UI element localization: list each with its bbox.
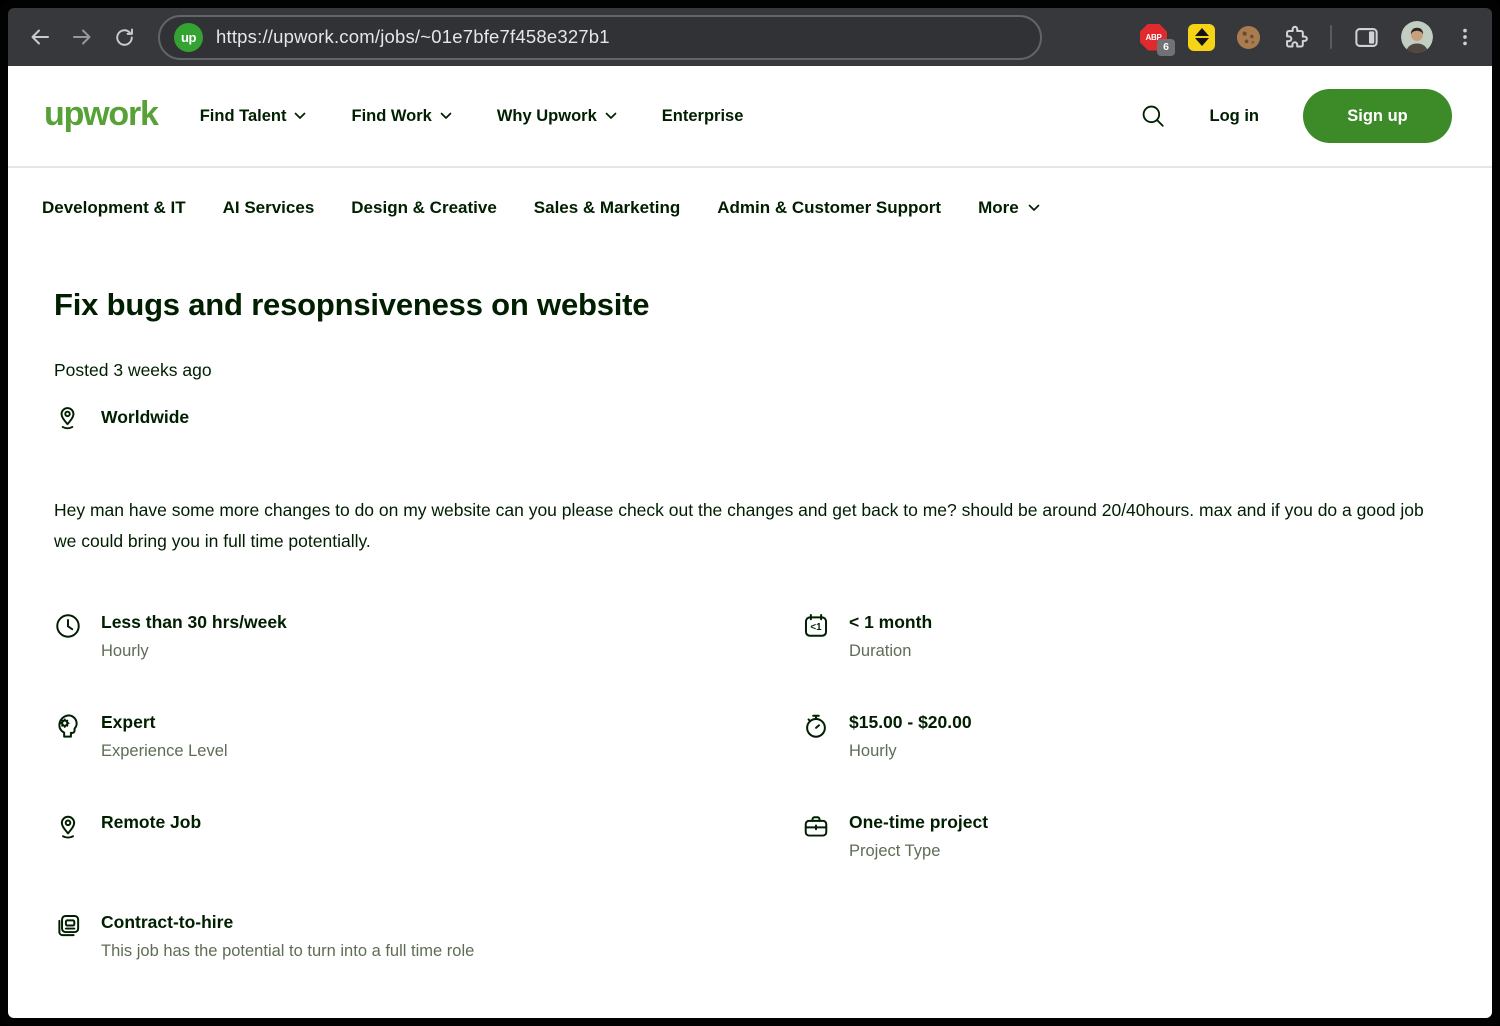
job-description: Hey man have some more changes to do on …	[54, 495, 1432, 557]
reload-button[interactable]	[106, 19, 142, 55]
job-title: Fix bugs and resopnsiveness on website	[54, 287, 1446, 323]
experience-level-icon	[54, 712, 82, 761]
toolbar-divider	[1330, 25, 1332, 49]
category-ai-services[interactable]: AI Services	[223, 198, 315, 218]
detail-title: Remote Job	[101, 812, 201, 833]
category-design-creative[interactable]: Design & Creative	[351, 198, 497, 218]
adblock-extension-icon[interactable]: ABP 6	[1140, 24, 1167, 51]
nav-find-work[interactable]: Find Work	[351, 107, 451, 126]
side-panel-button[interactable]	[1353, 24, 1380, 51]
more-label: More	[978, 198, 1019, 218]
detail-duration: <1 < 1 month Duration	[802, 612, 1446, 661]
nav-label: Why Upwork	[497, 107, 597, 126]
job-location: Worldwide	[101, 407, 189, 428]
detail-hours: Less than 30 hrs/week Hourly	[54, 612, 802, 661]
category-more[interactable]: More	[978, 198, 1040, 218]
site-header: upwork Find Talent Find Work Why Upwork	[8, 66, 1492, 166]
detail-title: Expert	[101, 712, 228, 733]
nav-label: Enterprise	[662, 107, 744, 126]
detail-sub: This job has the potential to turn into …	[101, 942, 474, 961]
briefcase-icon	[802, 812, 830, 861]
nav-find-talent[interactable]: Find Talent	[200, 107, 307, 126]
side-panel-icon	[1353, 24, 1380, 51]
reload-icon	[117, 29, 132, 44]
search-button[interactable]	[1140, 103, 1166, 129]
chevron-down-icon	[1028, 204, 1040, 212]
detail-sub: Duration	[849, 642, 932, 661]
header-right: Log in Sign up	[1140, 89, 1452, 143]
job-content: Fix bugs and resopnsiveness on website P…	[8, 240, 1492, 1018]
category-development-it[interactable]: Development & IT	[42, 198, 186, 218]
login-link[interactable]: Log in	[1210, 107, 1259, 126]
sort-extension-icon[interactable]	[1188, 24, 1215, 51]
browser-window: up https://upwork.com/jobs/~01e7bfe7f458…	[8, 8, 1492, 1018]
profile-avatar[interactable]	[1401, 21, 1433, 53]
detail-title: < 1 month	[849, 612, 932, 633]
forward-icon	[74, 31, 90, 44]
extensions-puzzle-icon[interactable]	[1282, 24, 1309, 51]
category-admin-support[interactable]: Admin & Customer Support	[717, 198, 941, 218]
upwork-favicon-icon: up	[174, 23, 203, 52]
location-pin-icon	[54, 403, 81, 432]
detail-rate: $15.00 - $20.00 Hourly	[802, 712, 1446, 761]
detail-sub: Hourly	[849, 742, 972, 761]
yellow-extension-glyph	[1188, 24, 1215, 51]
cookie-extension-icon[interactable]	[1236, 25, 1261, 50]
location-pin-icon	[54, 812, 82, 861]
detail-project-type: One-time project Project Type	[802, 812, 1446, 861]
chevron-down-icon	[605, 112, 617, 120]
posted-date: Posted 3 weeks ago	[54, 360, 1446, 381]
detail-remote: Remote Job	[54, 812, 802, 861]
nav-label: Find Work	[351, 107, 431, 126]
main-nav: Find Talent Find Work Why Upwork Enterpr…	[200, 107, 744, 126]
detail-title: $15.00 - $20.00	[849, 712, 972, 733]
upwork-logo[interactable]: upwork	[44, 97, 158, 135]
signup-button[interactable]: Sign up	[1303, 89, 1452, 143]
nav-enterprise[interactable]: Enterprise	[662, 107, 744, 126]
clock-icon	[54, 612, 82, 661]
svg-text:<1: <1	[810, 622, 822, 633]
chevron-down-icon	[294, 112, 306, 120]
extensions-area: ABP 6	[1140, 21, 1476, 53]
adblock-badge: 6	[1157, 39, 1175, 56]
puzzle-glyph	[1287, 26, 1307, 46]
job-details-grid: Less than 30 hrs/week Hourly <1 < 1 mont…	[54, 612, 1446, 961]
detail-sub: Project Type	[849, 842, 988, 861]
calendar-icon: <1	[802, 612, 830, 661]
upwork-page: upwork Find Talent Find Work Why Upwork	[8, 66, 1492, 1018]
detail-sub: Hourly	[101, 642, 287, 661]
detail-experience: Expert Experience Level	[54, 712, 802, 761]
address-bar[interactable]: up https://upwork.com/jobs/~01e7bfe7f458…	[158, 15, 1042, 60]
chevron-down-icon	[440, 112, 452, 120]
detail-contract-to-hire: Contract-to-hire This job has the potent…	[54, 912, 802, 961]
job-location-row: Worldwide	[54, 403, 1446, 432]
category-sales-marketing[interactable]: Sales & Marketing	[534, 198, 680, 218]
avatar-image	[1401, 21, 1433, 53]
screenshot-frame: up https://upwork.com/jobs/~01e7bfe7f458…	[0, 0, 1500, 1026]
back-button[interactable]	[22, 19, 58, 55]
search-icon	[1140, 103, 1166, 129]
detail-sub: Experience Level	[101, 742, 228, 761]
back-icon	[33, 31, 49, 44]
nav-why-upwork[interactable]: Why Upwork	[497, 107, 617, 126]
stopwatch-icon	[802, 712, 830, 761]
url-text: https://upwork.com/jobs/~01e7bfe7f458e32…	[216, 26, 610, 48]
contract-icon	[54, 912, 82, 961]
detail-title: Less than 30 hrs/week	[101, 612, 287, 633]
detail-title: Contract-to-hire	[101, 912, 474, 933]
detail-title: One-time project	[849, 812, 988, 833]
forward-button[interactable]	[64, 19, 100, 55]
category-nav: Development & IT AI Services Design & Cr…	[8, 168, 1492, 240]
browser-toolbar: up https://upwork.com/jobs/~01e7bfe7f458…	[8, 8, 1492, 66]
browser-menu-button[interactable]	[1454, 25, 1476, 49]
nav-label: Find Talent	[200, 107, 287, 126]
kebab-menu-icon	[1454, 25, 1476, 49]
cookie-glyph	[1236, 25, 1261, 50]
